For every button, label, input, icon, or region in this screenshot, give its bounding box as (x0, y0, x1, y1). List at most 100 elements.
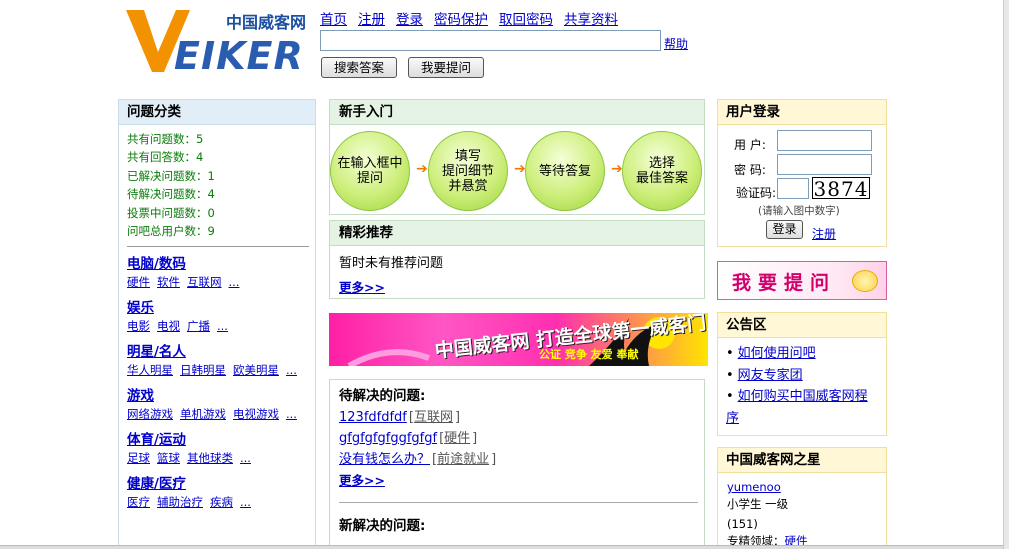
svg-text:EIKER: EIKER (174, 34, 304, 76)
nav-register-link[interactable]: 注册 (358, 12, 385, 28)
site-star-title: 中国威客网之星 (718, 448, 886, 473)
stats-list: 共有问题数：5 共有回答数：4 已解决问题数：1 待解决问题数：4 投票中问题数… (119, 125, 315, 240)
subcategory-link[interactable]: 其他球类 (187, 451, 233, 465)
divider (127, 246, 309, 248)
notice-item: 网友专家团 (726, 365, 880, 387)
site-star-panel: 中国威客网之星 yumenoo 小学生 一级 (151) 专精领域：硬件 (717, 447, 887, 549)
recommend-more-link[interactable]: 更多>> (339, 280, 385, 295)
subcategory-link[interactable]: 医疗 (127, 495, 150, 509)
pending-more-link[interactable]: 更多>> (339, 473, 385, 488)
notice-title: 公告区 (718, 313, 886, 338)
category-title[interactable]: 电脑/数码 (127, 256, 186, 272)
subcategory-more-link[interactable]: ... (240, 451, 251, 465)
subcategory-more-link[interactable]: ... (217, 319, 228, 333)
subcategory-link[interactable]: 电视 (157, 319, 180, 333)
category-sports: 体育/运动 足球 篮球 其他球类... (119, 431, 315, 467)
subcategory-link[interactable]: 软件 (157, 275, 180, 289)
stat-users: 问吧总用户数：9 (127, 224, 215, 239)
subcategory-more-link[interactable]: ... (286, 363, 297, 377)
subcategory-link[interactable]: 足球 (127, 451, 150, 465)
category-title[interactable]: 娱乐 (127, 300, 154, 316)
subcategory-link[interactable]: 日韩明星 (180, 363, 226, 377)
nav-password-protect-link[interactable]: 密码保护 (434, 12, 488, 28)
subcategory-link[interactable]: 网络游戏 (127, 407, 173, 421)
window-scrollbar[interactable] (1003, 0, 1009, 549)
category-title[interactable]: 健康/医疗 (127, 476, 186, 492)
question-tag-link[interactable]: 硬件 (444, 431, 470, 446)
password-input[interactable] (777, 154, 872, 175)
subcategory-link[interactable]: 硬件 (127, 275, 150, 289)
question-tag-link[interactable]: 互联网 (414, 410, 453, 425)
captcha-hint: (请输入图中数字) (758, 205, 840, 217)
notice-item: 如何购买中国威客网程序 (726, 386, 880, 429)
subcategory-link[interactable]: 电影 (127, 319, 150, 333)
category-title[interactable]: 体育/运动 (127, 432, 186, 448)
username-input[interactable] (777, 130, 872, 151)
logo-cn-text: 中国威客网 (226, 13, 306, 32)
login-title: 用户登录 (718, 100, 886, 125)
subcategory-link[interactable]: 华人明星 (127, 363, 173, 377)
site-logo[interactable]: 中国威客网 EIKER (124, 6, 312, 78)
subcategory-link[interactable]: 欧美明星 (233, 363, 279, 377)
category-title[interactable]: 游戏 (127, 388, 154, 404)
question-item: 没有钱怎么办？ [前途就业] (339, 452, 497, 467)
search-input[interactable] (320, 30, 661, 51)
step-ask-circle: 在输入框中 提问 (330, 131, 410, 211)
subcategory-link[interactable]: 广播 (187, 319, 210, 333)
search-answer-button[interactable]: 搜索答案 (321, 57, 397, 78)
subcategory-link[interactable]: 篮球 (157, 451, 180, 465)
subcategory-link[interactable]: 辅助治疗 (157, 495, 203, 509)
subcategory-link[interactable]: 疾病 (210, 495, 233, 509)
nav-shared-files-link[interactable]: 共享资料 (564, 12, 618, 28)
pending-title: 待解决的问题: (339, 388, 426, 404)
step-wait-circle: 等待答复 (525, 131, 605, 211)
username-label: 用 户: (734, 138, 766, 152)
pending-questions-panel: 待解决的问题: 123fdfdfdf [互联网] gfgfgfgfggfgfgf[… (329, 379, 705, 549)
password-label: 密 码: (734, 163, 766, 177)
subcategory-more-link[interactable]: ... (240, 495, 251, 509)
question-link[interactable]: 123fdfdfdf (339, 410, 407, 425)
promo-banner[interactable]: 中国威客网 打造全球第一威客门户 公证 竞争 友爱 奉献 (329, 313, 708, 366)
category-entertainment: 娱乐 电影 电视 广播... (119, 299, 315, 335)
stat-total-questions: 共有问题数：5 (127, 132, 204, 146)
subcategory-link[interactable]: 单机游戏 (180, 407, 226, 421)
window-bottom-edge (0, 545, 1003, 549)
pencil-icon (852, 270, 878, 292)
question-link[interactable]: 没有钱怎么办？ (339, 452, 430, 467)
arrow-icon: ➔ (514, 161, 526, 177)
star-user-score: (151) (727, 517, 758, 531)
login-button[interactable]: 登录 (766, 220, 803, 239)
question-item: gfgfgfgfggfgfgf [硬件] (339, 431, 478, 446)
notice-item: 如何使用问吧 (726, 343, 880, 365)
stat-solved: 已解决问题数：1 (127, 168, 215, 183)
top-nav: 首页 注册 登录 密码保护 取回密码 共享资料 (320, 8, 629, 28)
notice-link[interactable]: 如何购买中国威客网程序 (726, 389, 868, 426)
question-link[interactable]: gfgfgfgfggfgfgf (339, 431, 437, 446)
recommend-panel: 精彩推荐 暂时未有推荐问题 更多>> (329, 220, 705, 299)
notice-link[interactable]: 网友专家团 (738, 368, 803, 383)
notice-panel: 公告区 如何使用问吧 网友专家团 如何购买中国威客网程序 (717, 312, 887, 436)
subcategory-link[interactable]: 互联网 (187, 275, 222, 289)
stat-total-answers: 共有回答数：4 (127, 150, 204, 165)
question-tag-link[interactable]: 前途就业 (437, 452, 489, 467)
nav-recover-password-link[interactable]: 取回密码 (499, 12, 553, 28)
stat-voting: 投票中问题数：0 (127, 205, 215, 220)
nav-login-link[interactable]: 登录 (396, 12, 423, 28)
register-link[interactable]: 注册 (812, 225, 836, 242)
new-solved-title: 新解决的问题: (339, 518, 426, 534)
notice-link[interactable]: 如何使用问吧 (738, 346, 816, 361)
captcha-input[interactable] (777, 178, 809, 199)
star-user-link[interactable]: yumenoo (727, 480, 781, 494)
category-title[interactable]: 明星/名人 (127, 344, 186, 360)
category-health: 健康/医疗 医疗 辅助治疗 疾病... (119, 475, 315, 511)
help-link[interactable]: 帮助 (664, 35, 688, 52)
ask-question-button[interactable]: 我要提问 (408, 57, 484, 78)
recommend-title: 精彩推荐 (330, 221, 704, 246)
subcategory-more-link[interactable]: ... (286, 407, 297, 421)
category-panel: 问题分类 共有问题数：5 共有回答数：4 已解决问题数：1 待解决问题数：4 投… (118, 99, 316, 549)
subcategory-link[interactable]: 电视游戏 (233, 407, 279, 421)
arrow-icon: ➔ (416, 161, 428, 177)
nav-home-link[interactable]: 首页 (320, 12, 347, 28)
subcategory-more-link[interactable]: ... (229, 275, 240, 289)
ask-question-banner[interactable]: 我要提问 (717, 261, 887, 300)
